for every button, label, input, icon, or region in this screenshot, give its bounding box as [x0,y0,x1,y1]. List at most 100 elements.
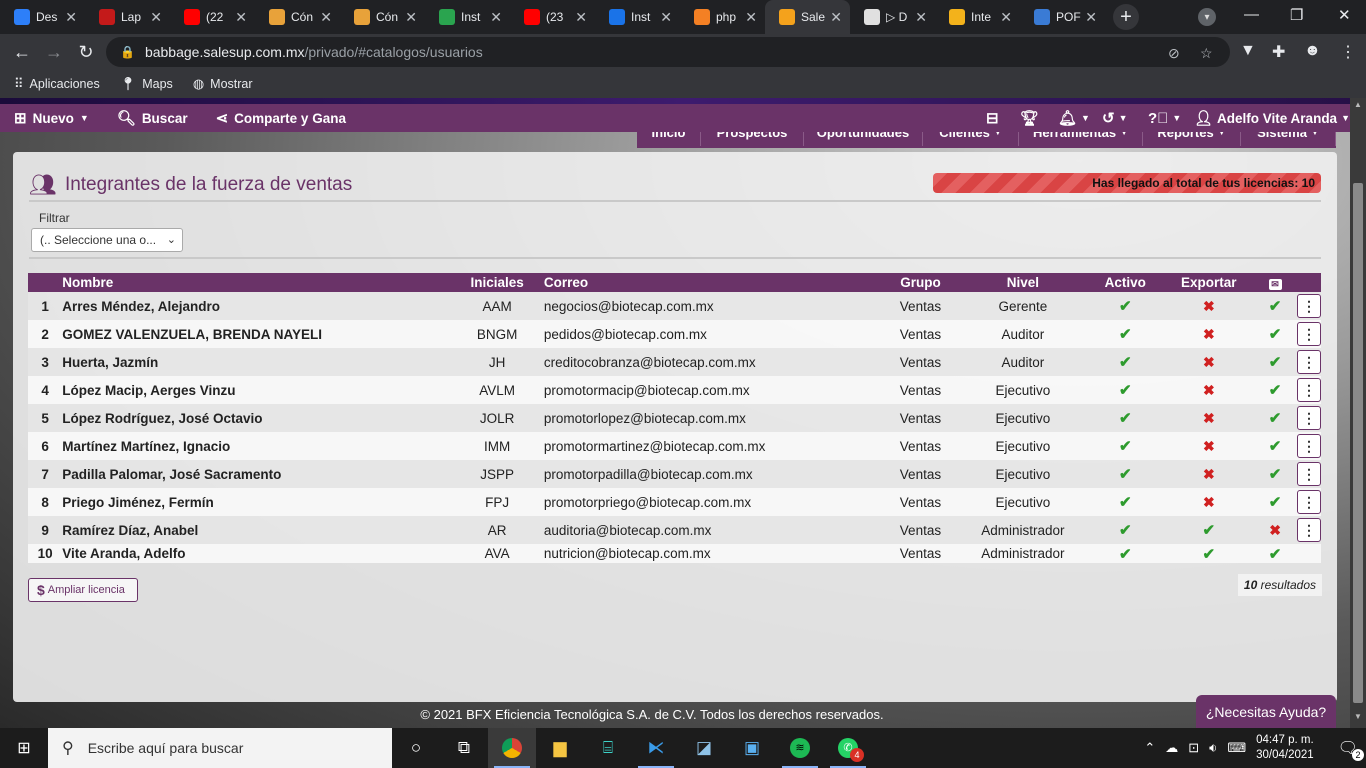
submenu-clientes[interactable]: Clientes ▼ [923,132,1019,146]
volume-icon[interactable]: 🔉︎ [1209,740,1217,756]
user-name-cell[interactable]: López Macip, Aerges Vinzu [62,376,451,404]
taskbar-search[interactable]: ⚲ Escribe aquí para buscar [48,728,392,768]
browser-tab[interactable]: php ✕ [680,0,765,34]
language-icon[interactable]: ⌨ [1227,740,1246,756]
close-window-icon[interactable]: ✕ [1338,6,1351,24]
browser-tab[interactable]: (22 ✕ [170,0,255,34]
bookmark-item[interactable]: 📍︎ Maps [120,76,173,92]
browser-tab[interactable]: ▷ D ✕ [850,0,935,34]
browser-tab[interactable]: Cón ✕ [255,0,340,34]
browser-tab[interactable]: (23 ✕ [510,0,595,34]
close-tab-icon[interactable]: ✕ [575,9,587,26]
col-header-grupo[interactable]: Grupo [881,273,960,292]
news-app-icon[interactable]: ▣ [728,728,776,768]
scroll-thumb[interactable] [1353,183,1363,703]
table-row[interactable]: 10 Vite Aranda, Adelfo AVA nutricion@biotec… [28,544,1321,563]
filter-select[interactable]: (.. Seleccione una o... ⌄ [31,228,183,252]
user-avatar-icon[interactable]: ☻ [1304,42,1321,60]
buscar-button[interactable]: 🔍︎ Buscar [103,109,202,127]
new-tab-button[interactable]: + [1113,4,1139,30]
close-tab-icon[interactable]: ✕ [745,9,757,26]
table-row[interactable]: 5 López Rodríguez, José Octavio JOLR promot… [28,404,1321,432]
user-name-cell[interactable]: Martínez Martínez, Ignacio [62,432,451,460]
chevron-up-icon[interactable]: ⌃ [1144,740,1155,756]
browser-tab[interactable]: Inst ✕ [425,0,510,34]
user-name-cell[interactable]: Ramírez Díaz, Anabel [62,516,451,544]
inbox-button[interactable]: ⊟ [986,104,999,132]
user-name-cell[interactable]: GOMEZ VALENZUELA, BRENDA NAYELI [62,320,451,348]
help-menu-button[interactable]: ?⃝ ▼ [1148,104,1181,132]
browser-tab[interactable]: Sale ✕ [765,0,850,34]
col-header-exportar[interactable]: Exportar [1164,273,1254,292]
chrome-profile-icon[interactable]: ▾ [1198,8,1216,26]
submenu-herramientas[interactable]: Herramientas ▼ [1019,132,1143,146]
forward-icon[interactable]: → [38,42,70,63]
bookmark-item[interactable]: ⠿ Aplicaciones [14,76,100,92]
close-tab-icon[interactable]: ✕ [1085,9,1097,26]
table-row[interactable]: 9 Ramírez Díaz, Anabel AR auditoria@bioteca… [28,516,1321,544]
browser-tab[interactable]: Inte ✕ [935,0,1020,34]
col-header-iniciales[interactable]: Iniciales [450,273,544,292]
close-tab-icon[interactable]: ✕ [65,9,77,26]
row-menu-button[interactable]: ⋮ [1297,322,1321,346]
close-tab-icon[interactable]: ✕ [830,9,842,26]
browser-tab[interactable]: Inst ✕ [595,0,680,34]
url-input[interactable]: 🔒 babbage.salesup.com.mx/privado/#catalo… [106,37,1230,67]
row-menu-button[interactable]: ⋮ [1297,518,1321,542]
close-tab-icon[interactable]: ✕ [150,9,162,26]
user-name-cell[interactable]: Arres Méndez, Alejandro [62,292,451,320]
browser-tab[interactable]: Cón ✕ [340,0,425,34]
submenu-sistema[interactable]: Sistema ▼ [1241,132,1336,146]
browser-tab[interactable]: POF ✕ [1020,0,1105,34]
nuevo-menu[interactable]: ⊞ Nuevo ▼ [0,109,103,127]
row-menu-button[interactable]: ⋮ [1297,462,1321,486]
clock[interactable]: 04:47 p. m. 30/04/2021 [1256,733,1314,763]
submenu-oportunidades[interactable]: Oportunidades [804,132,923,146]
help-chat-button[interactable]: ¿Necesitas Ayuda? [1196,695,1336,728]
page-scrollbar[interactable]: ▲ ▼ [1350,98,1366,728]
task-view-icon[interactable]: ⧉ [440,728,488,768]
table-row[interactable]: 3 Huerta, Jazmín JH creditocobranza@bioteca… [28,348,1321,376]
col-header-nivel[interactable]: Nivel [959,273,1086,292]
row-menu-button[interactable]: ⋮ [1297,406,1321,430]
col-header-activo[interactable]: Activo [1085,273,1165,292]
table-row[interactable]: 6 Martínez Martínez, Ignacio IMM promotorma… [28,432,1321,460]
col-header-correo[interactable]: Correo [543,273,882,292]
submenu-prospectos[interactable]: Prospectos [701,132,804,146]
vivaldi-extension-icon[interactable]: ▼ [1240,42,1256,60]
user-menu[interactable]: 👤︎ Adelfo Vite Aranda ▼ [1194,104,1350,132]
table-row[interactable]: 7 Padilla Palomar, José Sacramento JSPP pro… [28,460,1321,488]
row-menu-button[interactable]: ⋮ [1297,490,1321,514]
user-name-cell[interactable]: Padilla Palomar, José Sacramento [62,460,451,488]
row-menu-button[interactable]: ⋮ [1297,294,1321,318]
table-row[interactable]: 1 Arres Méndez, Alejandro AAM negocios@biot… [28,292,1321,320]
cortana-icon[interactable]: ○ [392,728,440,768]
minimize-icon[interactable]: — [1244,6,1259,23]
reload-icon[interactable]: ↻ [70,42,102,63]
col-header-nombre[interactable]: Nombre [62,273,451,292]
cloud-icon[interactable]: ☁ [1165,740,1178,756]
close-tab-icon[interactable]: ✕ [1000,9,1012,26]
notes-app-icon[interactable]: ◪ [680,728,728,768]
table-row[interactable]: 8 Priego Jiménez, Fermín FPJ promotorpriego… [28,488,1321,516]
back-icon[interactable]: ← [6,42,38,63]
browser-tab[interactable]: Lap ✕ [85,0,170,34]
extend-license-button[interactable]: $ Ampliar licencia [28,578,138,602]
submenu-reportes[interactable]: Reportes ▼ [1143,132,1241,146]
row-menu-button[interactable]: ⋮ [1297,350,1321,374]
close-tab-icon[interactable]: ✕ [660,9,672,26]
windows-start-icon[interactable]: ⊞ [0,728,48,768]
notifications-button[interactable]: 🔔︎ ▼ [1058,104,1090,132]
table-row[interactable]: 4 López Macip, Aerges Vinzu AVLM promotorma… [28,376,1321,404]
ide-icon[interactable]: ⌸ [584,728,632,768]
user-name-cell[interactable]: López Rodríguez, José Octavio [62,404,451,432]
extensions-puzzle-icon[interactable]: ✚ [1272,42,1285,62]
user-name-cell[interactable]: Priego Jiménez, Fermín [62,488,451,516]
blocked-popup-icon[interactable]: ⊘ [1168,45,1180,62]
chrome-menu-icon[interactable]: ⋮ [1340,42,1356,62]
comparte-button[interactable]: ⋖ Comparte y Gana [202,109,360,127]
lock-icon[interactable]: 🔒 [120,45,135,59]
table-row[interactable]: 2 GOMEZ VALENZUELA, BRENDA NAYELI BNGM pedi… [28,320,1321,348]
bookmark-star-icon[interactable]: ☆ [1200,45,1213,62]
user-name-cell[interactable]: Huerta, Jazmín [62,348,451,376]
